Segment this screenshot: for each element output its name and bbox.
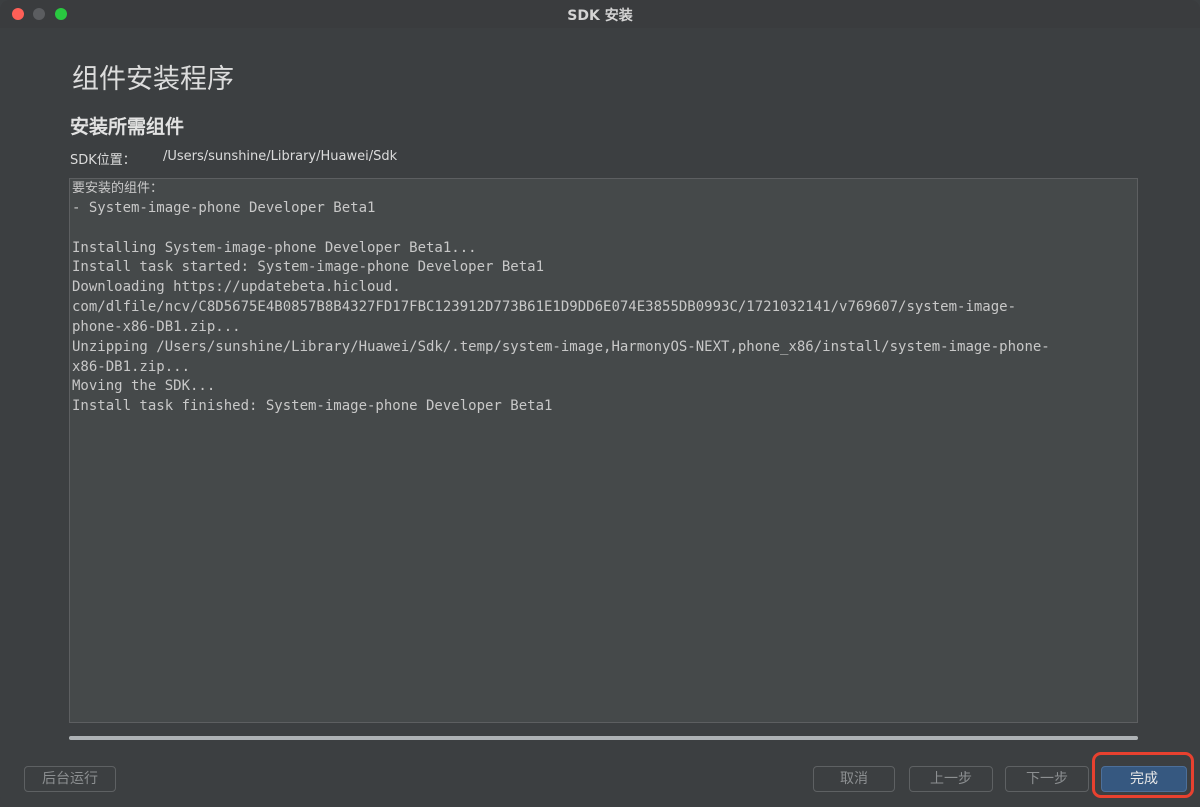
page-title: 组件安装程序 — [72, 64, 234, 95]
log-line: Install task finished: System-image-phon… — [72, 398, 553, 415]
install-log[interactable]: 要安装的组件： - System-image-phone Developer B… — [69, 178, 1138, 723]
sdk-location-label: SDK位置： — [70, 153, 136, 168]
log-header: 要安装的组件： — [72, 181, 164, 196]
install-progress-fill — [69, 736, 1138, 740]
install-progress-bar — [69, 736, 1138, 740]
log-line: - System-image-phone Developer Beta1 — [72, 199, 376, 216]
sdk-location-row: SDK位置： /Users/sunshine/Library/Huawei/Sd… — [70, 149, 397, 168]
next-button[interactable]: 下一步 — [1005, 766, 1089, 792]
section-title: 安装所需组件 — [70, 116, 185, 138]
cancel-button[interactable]: 取消 — [813, 766, 895, 792]
sdk-location-path: /Users/sunshine/Library/Huawei/Sdk — [163, 149, 398, 164]
sdk-install-window: SDK 安装 组件安装程序 安装所需组件 SDK位置： /Users/sunsh… — [0, 0, 1200, 807]
previous-button[interactable]: 上一步 — [909, 766, 993, 792]
log-line: x86-DB1.zip... — [72, 358, 191, 375]
title-bar: SDK 安装 — [0, 0, 1200, 28]
log-line: Unzipping /Users/sunshine/Library/Huawei… — [72, 338, 1050, 355]
run-in-background-button[interactable]: 后台运行 — [24, 766, 116, 792]
log-line: phone-x86-DB1.zip... — [72, 318, 241, 335]
log-line: Downloading https://updatebeta.hicloud. — [72, 279, 401, 296]
log-line: com/dlfile/ncv/C8D5675E4B0857B8B4327FD17… — [72, 299, 1017, 316]
log-lines: - System-image-phone Developer Beta1 Inst… — [72, 199, 1135, 417]
log-line: Installing System-image-phone Developer … — [72, 239, 477, 256]
finish-button-highlight — [1092, 752, 1194, 798]
log-line: Install task started: System-image-phone… — [72, 259, 545, 276]
window-title: SDK 安装 — [567, 8, 633, 24]
log-line: Moving the SDK... — [72, 378, 216, 395]
